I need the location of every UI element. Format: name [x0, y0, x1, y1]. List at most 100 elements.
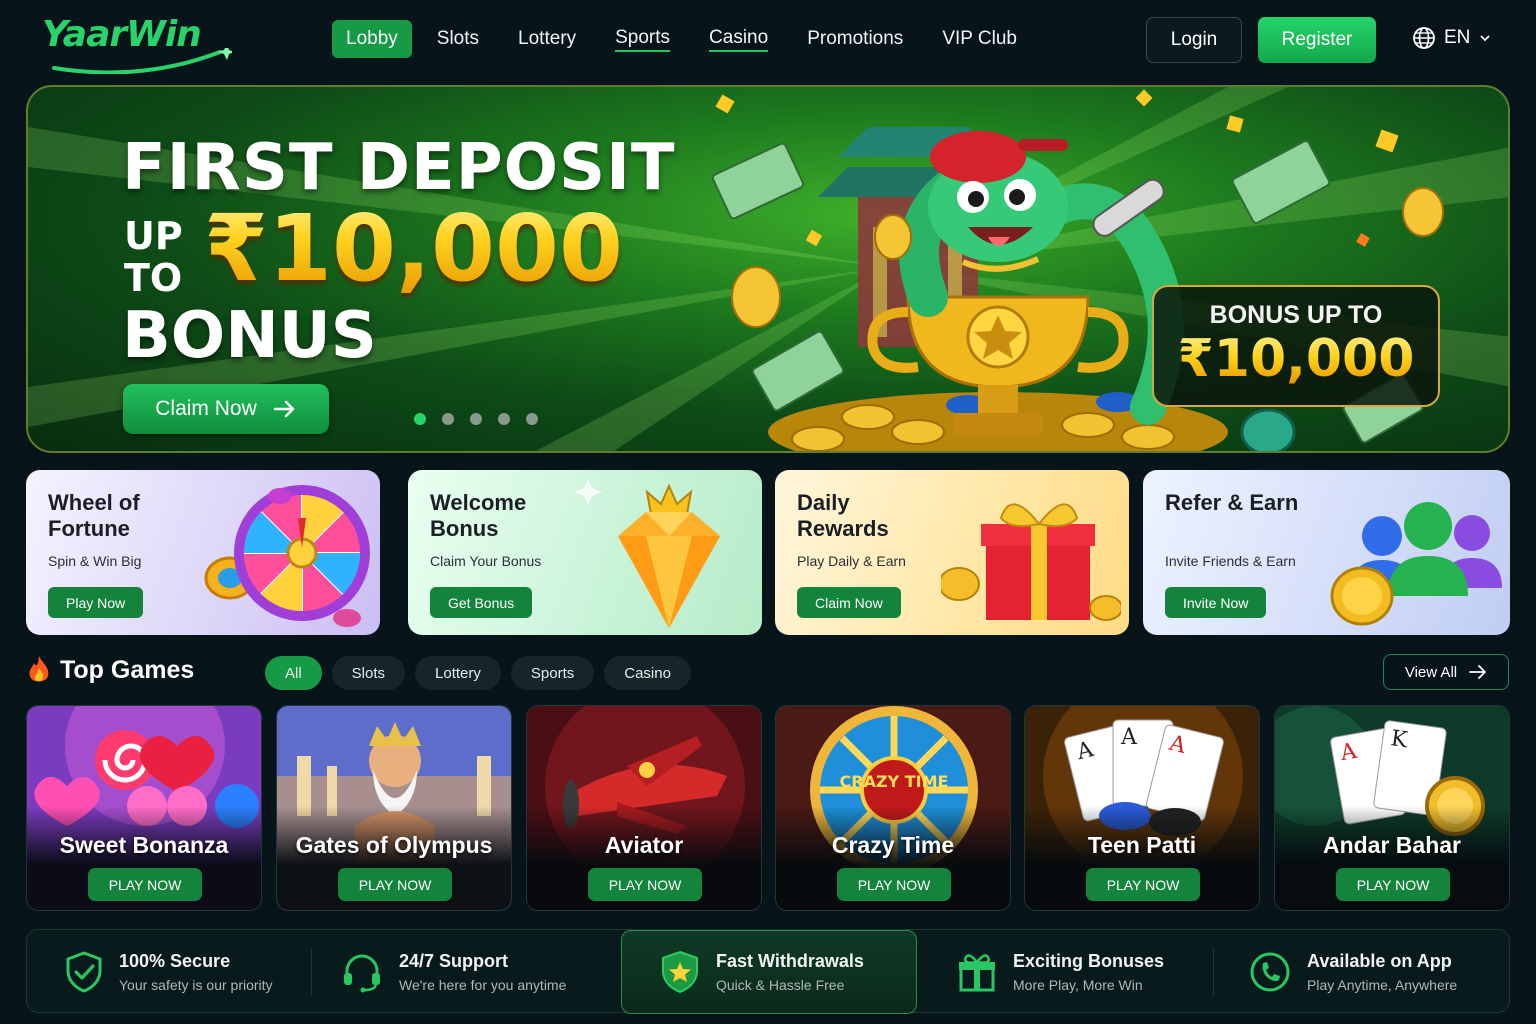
invite-now-button[interactable]: Invite Now	[1165, 587, 1267, 618]
promo-card-welcome-bonus[interactable]: Welcome Bonus Claim Your Bonus Get Bonus	[408, 470, 762, 635]
game-title: Gates of Olympus	[295, 832, 493, 858]
hero-banner[interactable]: FIRST DEPOSIT UP TO ₹10,000 BONUS Claim …	[26, 85, 1510, 453]
prize-wheel-icon	[204, 485, 370, 627]
nav-slots[interactable]: Slots	[423, 20, 493, 58]
top-games-heading: Top Games	[26, 655, 194, 685]
promo-subtitle: Spin & Win Big	[48, 553, 142, 569]
promo-card-refer-earn[interactable]: Refer & Earn Invite Friends & Earn Invit…	[1143, 470, 1510, 635]
features-bar: 100% Secure Your safety is our priority …	[26, 929, 1510, 1014]
play-now-button[interactable]: Play Now	[48, 587, 144, 618]
carousel-dot[interactable]	[526, 413, 538, 425]
filter-all[interactable]: All	[265, 656, 322, 690]
claim-now-button[interactable]: Claim Now	[123, 384, 329, 434]
play-now-button[interactable]: PLAY NOW	[1086, 868, 1200, 901]
play-now-button[interactable]: PLAY NOW	[1336, 868, 1450, 901]
feature-subtitle: Your safety is our priority	[119, 977, 273, 993]
bonus-badge-label: BONUS UP TO	[1209, 301, 1383, 329]
game-title: Sweet Bonanza	[59, 832, 229, 858]
game-title: Teen Patti	[1087, 832, 1197, 858]
bonus-badge-amount: ₹10,000	[1154, 329, 1438, 389]
globe-icon	[1413, 27, 1435, 49]
game-card-crazy-time[interactable]: CRAZY TIME Crazy Time PLAY NOW	[775, 705, 1011, 911]
hero-bonus-word: BONUS	[122, 299, 377, 373]
game-card-teen-patti[interactable]: A A A Teen Patti PLAY NOW	[1024, 705, 1260, 911]
game-card-aviator[interactable]: Aviator PLAY NOW	[526, 705, 762, 911]
feature-title: Exciting Bonuses	[1013, 951, 1165, 971]
carousel-dot[interactable]	[414, 413, 426, 425]
game-title: Andar Bahar	[1322, 832, 1462, 858]
top-games-title: Top Games	[60, 655, 195, 684]
nav-lottery[interactable]: Lottery	[504, 20, 590, 58]
filter-lottery[interactable]: Lottery	[415, 656, 501, 690]
arrow-right-icon	[273, 400, 294, 418]
hero-amount: ₹10,000	[204, 195, 624, 302]
gift-icon	[959, 954, 995, 992]
language-label: EN	[1444, 27, 1471, 48]
promo-card-daily-rewards[interactable]: Daily Rewards Play Daily & Earn Claim No…	[775, 470, 1129, 635]
fire-icon	[29, 656, 49, 682]
headset-icon	[344, 954, 380, 993]
feature-app: Available on App Play Anytime, Anywhere	[1249, 930, 1457, 1014]
promo-title: Daily Rewards	[797, 490, 889, 541]
crazy-time-logo-text: CRAZY TIME	[840, 772, 949, 791]
nav-promotions[interactable]: Promotions	[793, 20, 917, 58]
claim-now-button[interactable]: Claim Now	[797, 587, 901, 618]
feature-title: 24/7 Support	[399, 951, 509, 971]
feature-fast-withdrawals: Fast Withdrawals Quick & Hassle Free	[621, 930, 917, 1014]
feature-title: 100% Secure	[119, 951, 231, 971]
play-now-button[interactable]: PLAY NOW	[88, 868, 202, 901]
register-button[interactable]: Register	[1258, 17, 1376, 63]
gift-box-icon	[941, 503, 1121, 621]
play-now-button[interactable]: PLAY NOW	[338, 868, 452, 901]
nav-vip-club[interactable]: VIP Club	[928, 20, 1031, 58]
promo-subtitle: Play Daily & Earn	[797, 553, 906, 569]
carousel-dots	[414, 413, 538, 425]
filter-casino[interactable]: Casino	[604, 656, 691, 690]
promo-title: Refer & Earn	[1165, 490, 1299, 515]
star-shield-icon	[662, 950, 698, 994]
feature-subtitle: We're here for you anytime	[399, 977, 567, 993]
promo-card-wheel-of-fortune[interactable]: Wheel of Fortune Spin & Win Big Play Now	[26, 470, 380, 635]
main-menu: Lobby Slots Lottery Sports Casino Promot…	[332, 20, 1042, 58]
feature-subtitle: Quick & Hassle Free	[716, 977, 845, 993]
promo-title: Welcome Bonus	[430, 490, 527, 541]
language-selector[interactable]: EN	[1412, 26, 1492, 50]
game-filter-tabs: All Slots Lottery Sports Casino	[265, 656, 691, 690]
shield-check-icon	[66, 951, 102, 993]
get-bonus-button[interactable]: Get Bonus	[430, 587, 533, 618]
carousel-dot[interactable]	[442, 413, 454, 425]
crowned-diamond-icon	[574, 478, 720, 628]
login-button[interactable]: Login	[1146, 17, 1242, 63]
promo-subtitle: Invite Friends & Earn	[1165, 553, 1296, 569]
game-card-gates-of-olympus[interactable]: Gates of Olympus PLAY NOW	[276, 705, 512, 911]
promo-title: Wheel of Fortune	[48, 490, 140, 541]
game-card-andar-bahar[interactable]: A K Andar Bahar PLAY NOW	[1274, 705, 1510, 911]
filter-sports[interactable]: Sports	[510, 656, 595, 690]
view-all-button[interactable]: View All	[1383, 654, 1509, 690]
feature-title: Fast Withdrawals	[716, 951, 864, 971]
nav-sports[interactable]: Sports	[601, 20, 684, 58]
carousel-dot[interactable]	[498, 413, 510, 425]
feature-subtitle: More Play, More Win	[1013, 977, 1143, 993]
feature-secure: 100% Secure Your safety is our priority	[65, 930, 273, 1014]
friends-group-icon	[1330, 502, 1502, 626]
feature-support: 24/7 Support We're here for you anytime	[341, 930, 566, 1014]
nav-casino[interactable]: Casino	[695, 20, 782, 58]
arrow-right-icon	[1469, 665, 1487, 679]
carousel-dot[interactable]	[470, 413, 482, 425]
feature-title: Available on App	[1307, 951, 1452, 971]
phone-icon	[1250, 952, 1290, 992]
promo-subtitle: Claim Your Bonus	[430, 553, 542, 569]
top-navbar: YaarWin Lobby Slots Lottery Sports Casin…	[0, 0, 1536, 80]
feature-subtitle: Play Anytime, Anywhere	[1307, 977, 1458, 993]
play-now-button[interactable]: PLAY NOW	[837, 868, 951, 901]
nav-lobby[interactable]: Lobby	[332, 20, 412, 58]
game-card-sweet-bonanza[interactable]: Sweet Bonanza PLAY NOW	[26, 705, 262, 911]
game-title: Aviator	[604, 832, 684, 858]
filter-slots[interactable]: Slots	[331, 656, 406, 690]
chevron-down-icon	[1480, 35, 1491, 42]
hero-up-to: UP TO	[124, 214, 183, 300]
game-title: Crazy Time	[831, 832, 955, 858]
play-now-button[interactable]: PLAY NOW	[588, 868, 702, 901]
brand-logo[interactable]: YaarWin	[42, 14, 232, 74]
